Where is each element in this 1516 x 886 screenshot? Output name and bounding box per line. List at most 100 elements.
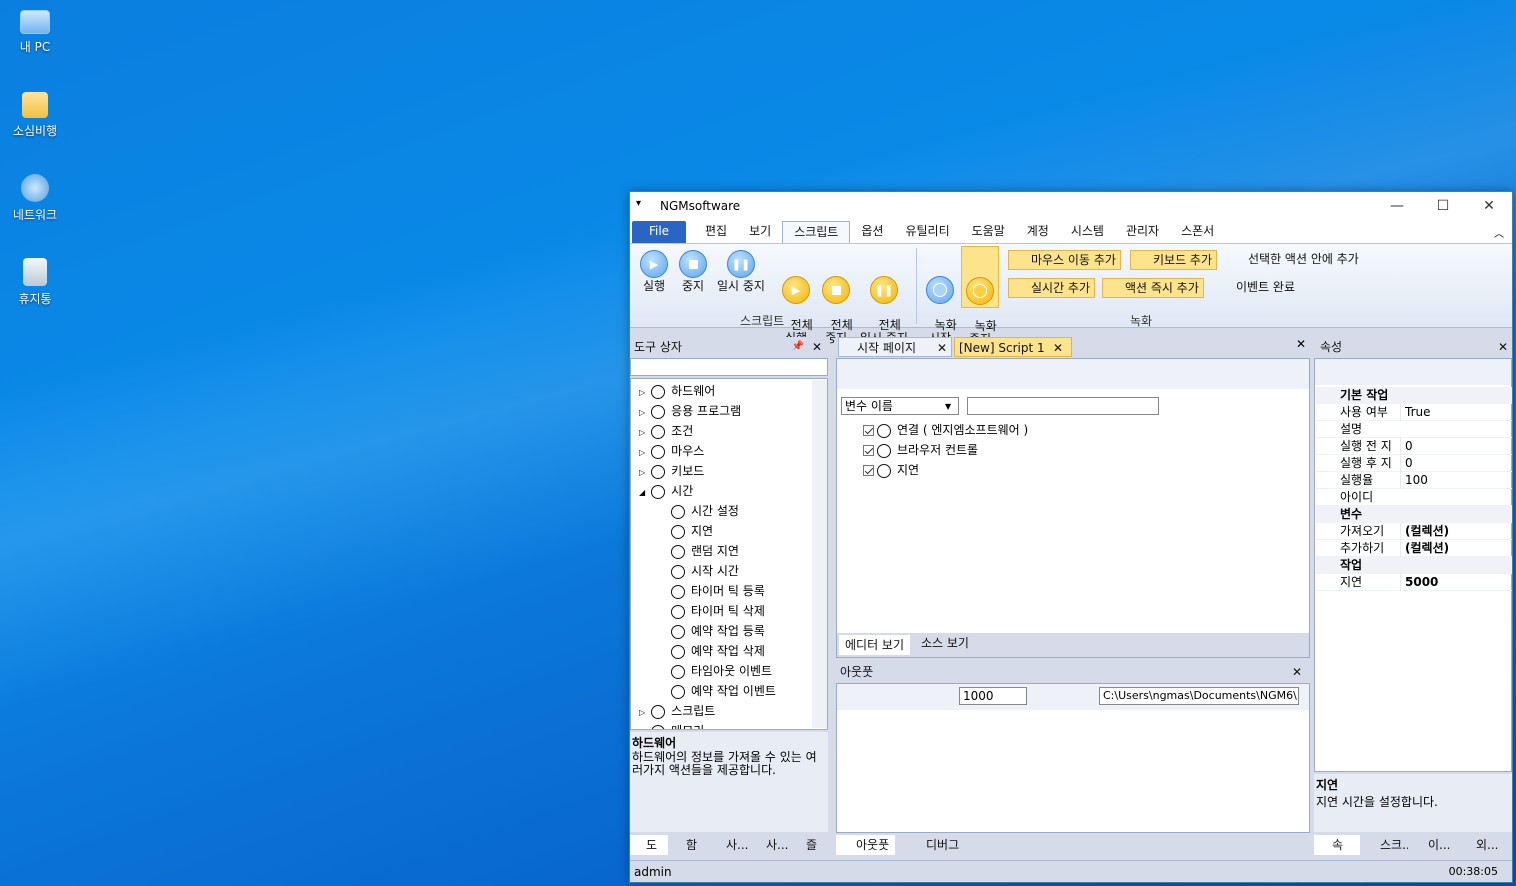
desktop-icon-network[interactable]: 네트워크 (0, 174, 70, 223)
tab-start-page[interactable]: 시작 페이지 ✕ (838, 337, 952, 357)
expand-icon[interactable]: ▷ (639, 388, 645, 397)
record-stop-button[interactable]: 녹화 중지 (961, 246, 999, 346)
property-value[interactable]: (컬렉션) (1400, 523, 1512, 540)
property-row[interactable]: 추가하기 (컬렉션) (1316, 540, 1512, 557)
toolbox-item[interactable]: ▷ 메모리 (639, 721, 704, 729)
tab-close-icon[interactable]: ✕ (937, 338, 947, 356)
tab-editor-view[interactable]: 에디터 보기 (839, 635, 911, 655)
expand-icon[interactable]: ◢ (639, 488, 645, 497)
stop-button[interactable]: 중지 (676, 250, 710, 293)
toolbox-scrollbar[interactable] (812, 380, 827, 728)
run-button[interactable]: ▶ 실행 (636, 250, 672, 293)
menu-sponsor[interactable]: 스폰서 (1170, 221, 1225, 243)
tab-output[interactable]: 아웃풋 (836, 835, 896, 855)
menu-script[interactable]: 스크립트 (782, 221, 851, 243)
toolbox-item[interactable]: 타이머 틱 삭제 (671, 601, 765, 621)
desktop-icon-my-pc[interactable]: 내 PC (0, 6, 70, 55)
property-row[interactable]: 실행율 100 (1316, 472, 1512, 489)
tab-source-view[interactable]: 소스 보기 (917, 633, 973, 653)
toolbox-item[interactable]: 예약 작업 등록 (671, 621, 765, 641)
toolbox-item[interactable]: 랜덤 지연 (671, 541, 739, 561)
action-row[interactable]: 지연 (863, 461, 919, 478)
title-bar[interactable]: ▾ NGMsoftware — ☐ ✕ (630, 192, 1512, 220)
output-close-icon[interactable]: ✕ (1292, 662, 1302, 682)
checkbox[interactable] (863, 445, 874, 456)
output-path-input[interactable]: C:\Users\ngmas\Documents\NGM6\ (1099, 687, 1299, 705)
event-complete-button[interactable]: 이벤트 완료 (1214, 278, 1299, 298)
toolbox-item[interactable]: ▷ 키보드 (639, 461, 704, 481)
toolbox-item[interactable]: ▷ 스크립트 (639, 701, 715, 721)
menu-file[interactable]: File (632, 221, 686, 243)
close-button[interactable]: ✕ (1466, 192, 1512, 220)
action-row[interactable]: 브라우저 컨트롤 (863, 441, 978, 458)
toolbox-item[interactable]: 지연 (671, 521, 713, 541)
property-row[interactable]: 가져오기 (컬렉션) (1316, 523, 1512, 540)
expand-icon[interactable]: ▷ (639, 468, 645, 477)
property-row[interactable]: 지연 5000 (1316, 574, 1512, 591)
toolbox-item[interactable]: 시작 시간 (671, 561, 739, 581)
toolbox-item[interactable]: ▷ 조건 (639, 421, 693, 441)
variable-search-input[interactable] (967, 397, 1159, 415)
property-value[interactable]: 0 (1400, 455, 1512, 472)
toolbox-bottom-tab[interactable]: 도 (630, 835, 668, 855)
expand-icon[interactable]: ▷ (639, 428, 645, 437)
toolbox-item[interactable]: ▷ 응용 프로그램 (639, 401, 741, 421)
menu-edit[interactable]: 편집 (694, 221, 738, 243)
property-value[interactable]: 100 (1400, 472, 1512, 489)
toolbox-item[interactable]: 타임아웃 이벤트 (671, 661, 772, 681)
property-row[interactable]: 실행 후 지 0 (1316, 455, 1512, 472)
add-realtime-button[interactable]: 실시간 추가 (1008, 278, 1096, 298)
toolbox-bottom-tab[interactable]: 사... (750, 835, 788, 855)
property-value[interactable]: True (1400, 404, 1512, 421)
tab-script-1[interactable]: [New] Script 1 ✕ (954, 337, 1072, 357)
toolbox-item[interactable]: ◢ 시간 (639, 481, 693, 501)
desktop-icon-recycle-bin[interactable]: 휴지통 (0, 258, 70, 307)
properties-bottom-tab[interactable]: 이... (1410, 835, 1456, 855)
property-category[interactable]: 변수 (1316, 506, 1512, 523)
variable-combo[interactable]: 변수 이름 ▼ (841, 397, 959, 415)
toolbox-close-icon[interactable]: ✕ (812, 337, 822, 357)
property-value[interactable]: 5000 (1400, 574, 1512, 591)
properties-bottom-tab[interactable]: 스크... (1362, 835, 1408, 855)
properties-bottom-tab[interactable]: 속 (1314, 835, 1360, 855)
checkbox[interactable] (863, 465, 874, 476)
system-menu-icon[interactable]: ▾ (636, 198, 641, 209)
expand-icon[interactable]: ▷ (639, 448, 645, 457)
toolbox-item[interactable]: 시간 설정 (671, 501, 739, 521)
editor-close-icon[interactable]: ✕ (1296, 337, 1306, 351)
toolbox-bottom-tab[interactable]: 함 (670, 835, 708, 855)
properties-close-icon[interactable]: ✕ (1498, 337, 1508, 357)
expand-icon[interactable]: ▷ (639, 708, 645, 717)
desktop-icon-user-folder[interactable]: 소심비행 (0, 92, 70, 139)
menu-view[interactable]: 보기 (738, 221, 782, 243)
menu-utility[interactable]: 유틸리티 (894, 221, 960, 243)
expand-icon[interactable]: ▷ (639, 728, 645, 729)
toolbox-item[interactable]: ▷ 마우스 (639, 441, 704, 461)
property-row[interactable]: 설명 (1316, 421, 1512, 438)
property-row[interactable]: 실행 전 지 0 (1316, 438, 1512, 455)
property-row[interactable]: 아이디 (1316, 489, 1512, 506)
properties-bottom-tab[interactable]: 외... (1458, 835, 1504, 855)
add-keyboard-button[interactable]: 키보드 추가 (1130, 250, 1218, 270)
menu-account[interactable]: 계정 (1016, 221, 1060, 243)
menu-system[interactable]: 시스템 (1060, 221, 1115, 243)
toolbox-bottom-tab[interactable]: 즐 (790, 835, 828, 855)
minimize-button[interactable]: — (1374, 192, 1420, 220)
toolbox-pin-icon[interactable]: 📌 (792, 337, 804, 357)
add-into-selected-button[interactable]: 선택한 액션 안에 추가 (1226, 250, 1363, 270)
property-value[interactable]: 0 (1400, 438, 1512, 455)
add-mouse-move-button[interactable]: 마우스 이동 추가 (1008, 250, 1121, 270)
toolbox-bottom-tab[interactable]: 사... (710, 835, 748, 855)
toolbox-item[interactable]: 예약 작업 삭제 (671, 641, 765, 661)
property-category[interactable]: 기본 작업 (1316, 387, 1512, 404)
expand-icon[interactable]: ▷ (639, 408, 645, 417)
toolbox-item[interactable]: ▷ 하드웨어 (639, 381, 715, 401)
output-count-input[interactable]: 1000 (959, 687, 1027, 705)
action-row[interactable]: 연결 ( 엔지엠소프트웨어 ) (863, 421, 1028, 438)
property-value[interactable]: (컬렉션) (1400, 540, 1512, 557)
toolbox-search-input[interactable] (630, 358, 828, 376)
pause-button[interactable]: ❚❚ 일시 중지 (714, 250, 768, 293)
menu-admin[interactable]: 관리자 (1115, 221, 1170, 243)
property-row[interactable]: 사용 여부 True (1316, 404, 1512, 421)
tab-close-icon[interactable]: ✕ (1053, 338, 1063, 356)
